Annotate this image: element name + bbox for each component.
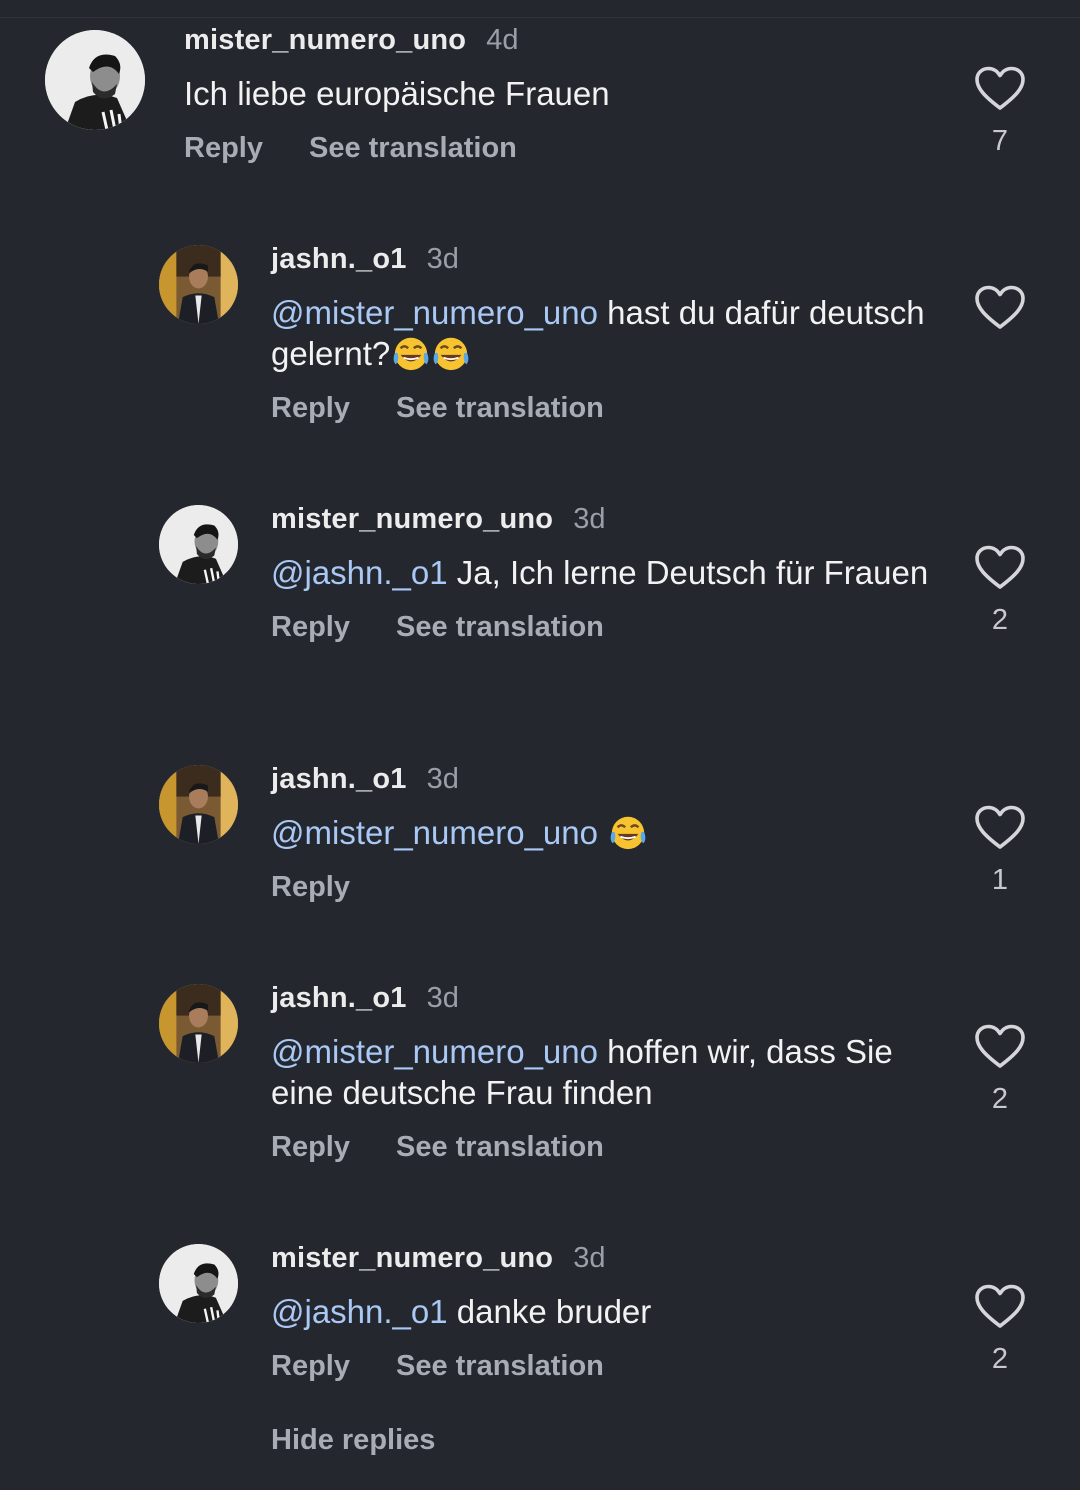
comment-username[interactable]: mister_numero_uno — [271, 499, 553, 539]
see-translation-button[interactable]: See translation — [396, 1127, 604, 1167]
see-translation-button[interactable]: See translation — [309, 128, 517, 168]
see-translation-button[interactable]: See translation — [396, 388, 604, 428]
mention-link[interactable]: @mister_numero_uno — [271, 814, 598, 851]
reply-button[interactable]: Reply — [271, 607, 350, 647]
like-count: 1 — [991, 864, 1009, 896]
mention-link[interactable]: @jashn._o1 — [271, 554, 448, 591]
comment-timestamp: 4d — [486, 24, 519, 56]
mention-link[interactable]: @mister_numero_uno — [271, 1033, 598, 1070]
see-translation-button[interactable]: See translation — [396, 1346, 604, 1386]
heart-icon[interactable] — [974, 1284, 1026, 1330]
heart-icon[interactable] — [974, 66, 1026, 112]
avatar[interactable] — [159, 245, 238, 324]
like-control: 2 — [974, 1284, 1026, 1376]
tears-of-joy-emoji-icon — [392, 334, 430, 372]
heart-icon[interactable] — [974, 1024, 1026, 1070]
heart-icon[interactable] — [974, 805, 1026, 851]
like-count: 2 — [991, 1083, 1009, 1115]
comment-text: @mister_numero_uno — [271, 812, 930, 853]
like-control: 2 — [974, 545, 1026, 637]
reply-button[interactable]: Reply — [271, 388, 350, 428]
avatar[interactable] — [159, 765, 238, 844]
comment-text: @mister_numero_uno hoffen wir, dass Sie … — [271, 1031, 930, 1113]
comment-text: @jashn._o1 danke bruder — [271, 1291, 930, 1332]
reply-button[interactable]: Reply — [271, 1127, 350, 1167]
comment-timestamp: 3d — [426, 763, 459, 795]
reply-button[interactable]: Reply — [271, 1346, 350, 1386]
comment-body: mister_numero_uno 3d @jashn._o1 danke br… — [271, 1238, 930, 1386]
avatar[interactable] — [159, 505, 238, 584]
avatar[interactable] — [45, 30, 145, 130]
comment-body: jashn._o1 3d @mister_numero_uno Reply — [271, 759, 930, 907]
like-count: 7 — [991, 125, 1009, 157]
comment-timestamp: 3d — [573, 503, 606, 535]
like-control: 7 — [974, 66, 1026, 158]
avatar-photo-bw — [159, 1244, 238, 1323]
hide-replies-button[interactable]: Hide replies — [271, 1424, 435, 1457]
mention-link[interactable]: @jashn._o1 — [271, 1293, 448, 1330]
avatar[interactable] — [159, 1244, 238, 1323]
comment-text-content: danke bruder — [447, 1293, 652, 1330]
reply-button[interactable]: Reply — [184, 128, 263, 168]
comment-body: mister_numero_uno 3d @jashn._o1 Ja, Ich … — [271, 499, 930, 647]
heart-icon[interactable] — [974, 545, 1026, 591]
comment-text-content — [598, 814, 607, 851]
tears-of-joy-emoji-icon — [609, 813, 647, 851]
comment-text-content: Ich liebe europäische Frauen — [184, 75, 610, 112]
comment-text: @jashn._o1 Ja, Ich lerne Deutsch für Fra… — [271, 552, 930, 593]
avatar[interactable] — [159, 984, 238, 1063]
see-translation-button[interactable]: See translation — [396, 607, 604, 647]
comment-username[interactable]: jashn._o1 — [271, 978, 407, 1018]
comment-body: jashn._o1 3d @mister_numero_uno hoffen w… — [271, 978, 930, 1167]
like-control: 2 — [974, 1024, 1026, 1116]
avatar-photo-color — [159, 765, 238, 844]
comment-timestamp: 3d — [573, 1242, 606, 1274]
like-count: 2 — [991, 1343, 1009, 1375]
like-control: 1 — [974, 805, 1026, 897]
avatar-photo-color — [159, 984, 238, 1063]
comment-username[interactable]: mister_numero_uno — [271, 1238, 553, 1278]
like-count: 2 — [991, 604, 1009, 636]
like-control — [974, 285, 1026, 377]
top-divider — [0, 0, 1080, 18]
mention-link[interactable]: @mister_numero_uno — [271, 294, 598, 331]
comment-text: Ich liebe europäische Frauen — [184, 73, 930, 114]
comment-text-content: Ja, Ich lerne Deutsch für Frauen — [447, 554, 929, 591]
comment-username[interactable]: jashn._o1 — [271, 759, 407, 799]
avatar-photo-bw — [45, 30, 145, 130]
heart-icon[interactable] — [974, 285, 1026, 331]
comment-body: mister_numero_uno 4d Ich liebe europäisc… — [184, 20, 930, 168]
comment-text: @mister_numero_uno hast du dafür deutsch… — [271, 292, 930, 374]
avatar-photo-bw — [159, 505, 238, 584]
comment-username[interactable]: mister_numero_uno — [184, 20, 466, 60]
like-count — [974, 343, 1026, 377]
comment-timestamp: 3d — [426, 982, 459, 1014]
comment-username[interactable]: jashn._o1 — [271, 239, 407, 279]
tears-of-joy-emoji-icon — [432, 334, 470, 372]
reply-button[interactable]: Reply — [271, 867, 350, 907]
comment-timestamp: 3d — [426, 243, 459, 275]
comment-body: jashn._o1 3d @mister_numero_uno hast du … — [271, 239, 930, 428]
avatar-photo-color — [159, 245, 238, 324]
